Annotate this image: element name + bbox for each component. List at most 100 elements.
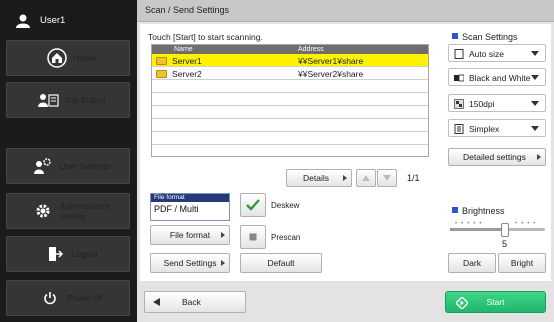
brightness-thumb[interactable] — [501, 223, 509, 237]
checkmark-icon — [246, 199, 260, 211]
user-icon — [6, 14, 40, 28]
column-name: Name — [174, 46, 193, 53]
empty-row — [152, 106, 428, 119]
admin-label-line2: setting — [59, 211, 85, 221]
list-header: Name Address — [152, 45, 428, 54]
gear-icon — [26, 203, 60, 219]
job-icon — [31, 92, 65, 108]
deskew-checkbox[interactable] — [240, 193, 266, 217]
brightness-slider[interactable] — [450, 228, 545, 231]
home-icon — [40, 48, 74, 68]
user-settings-icon — [25, 157, 59, 175]
folder-icon — [156, 70, 167, 78]
arrow-right-icon — [221, 260, 225, 266]
resolution-select[interactable]: 150dpi — [448, 94, 546, 112]
arrow-right-icon — [221, 232, 225, 238]
deskew-label: Deskew — [271, 201, 300, 210]
section-marker-icon — [452, 33, 458, 39]
row-address: ¥¥Server1¥share — [298, 56, 364, 66]
power-off-button[interactable]: Power off — [6, 280, 130, 316]
dark-button[interactable]: Dark — [448, 253, 496, 273]
prescan-label: Prescan — [271, 233, 301, 242]
page-up-button[interactable] — [356, 169, 376, 187]
file-format-display: File format PDF / Multi — [150, 193, 230, 221]
scan-settings-title: Scan Settings — [462, 32, 518, 42]
details-label: Details — [303, 173, 329, 183]
screen: User1 Home Job Button User Settings Admi… — [0, 0, 554, 322]
home-label: Home — [73, 53, 97, 63]
job-button[interactable]: Job Button — [6, 82, 130, 118]
send-settings-button[interactable]: Send Settings — [150, 253, 230, 273]
admin-label-line1: Administrator — [59, 201, 111, 211]
brightness-title: Brightness — [462, 206, 505, 216]
user-settings-label: User Settings — [59, 161, 111, 171]
size-value: Auto size — [469, 49, 504, 59]
file-format-value: PDF / Multi — [154, 204, 199, 214]
destination-row-server1[interactable]: Server1 ¥¥Server1¥share — [152, 54, 428, 67]
back-button[interactable]: Back — [144, 291, 246, 313]
resolution-icon — [454, 99, 464, 109]
folder-icon — [156, 57, 167, 65]
user-settings-button[interactable]: User Settings — [6, 148, 130, 184]
bright-button[interactable]: Bright — [498, 253, 546, 273]
paper-icon — [454, 49, 464, 59]
arrow-right-icon — [537, 154, 541, 160]
main-area: Scan / Send Settings Touch [Start] to st… — [137, 0, 554, 322]
empty-row — [152, 145, 428, 158]
details-button[interactable]: Details — [286, 169, 352, 187]
page-indicator: 1/1 — [407, 173, 420, 183]
power-icon — [33, 291, 67, 305]
file-format-button[interactable]: File format — [150, 225, 230, 245]
start-label: Start — [486, 297, 505, 307]
prescan-checkbox[interactable] — [240, 225, 266, 249]
page-down-button[interactable] — [377, 169, 397, 187]
destination-row-server2[interactable]: Server2 ¥¥Server2¥share — [152, 67, 428, 80]
section-marker-icon — [452, 207, 458, 213]
triangle-up-icon — [362, 175, 370, 181]
administrator-setting-label: Administrator setting — [60, 201, 110, 221]
page-title: Scan / Send Settings — [137, 0, 554, 22]
administrator-setting-button[interactable]: Administrator setting — [6, 193, 130, 229]
home-button[interactable]: Home — [6, 40, 130, 76]
color-mode-select[interactable]: Black and White — [448, 68, 546, 86]
brightness-heading: Brightness — [452, 206, 505, 216]
brightness-fill — [450, 228, 503, 231]
logout-icon — [38, 246, 72, 262]
default-button[interactable]: Default — [240, 253, 322, 273]
column-address: Address — [298, 46, 324, 53]
logout-button[interactable]: Logout — [6, 236, 130, 272]
row-name: Server2 — [172, 69, 202, 79]
start-icon — [456, 297, 468, 309]
chevron-down-icon — [531, 101, 539, 106]
detailed-settings-label: Detailed settings — [463, 152, 526, 162]
start-button[interactable]: Start — [445, 291, 546, 313]
arrow-left-icon — [153, 298, 160, 306]
job-label: Job Button — [64, 95, 106, 105]
empty-row — [152, 132, 428, 145]
detailed-settings-button[interactable]: Detailed settings — [448, 148, 546, 166]
chevron-down-icon — [531, 51, 539, 56]
sides-select[interactable]: Simplex — [448, 119, 546, 137]
sidebar: User1 Home Job Button User Settings Admi… — [0, 0, 135, 322]
color-mode-value: Black and White — [469, 73, 531, 83]
destination-list[interactable]: Name Address Server1 ¥¥Server1¥share Ser… — [151, 44, 429, 157]
row-name: Server1 — [172, 56, 202, 66]
unchecked-box-icon — [249, 233, 257, 241]
user-name: User1 — [40, 15, 66, 26]
chevron-down-icon — [531, 75, 539, 80]
row-address: ¥¥Server2¥share — [298, 69, 364, 79]
scan-settings-heading: Scan Settings — [452, 32, 518, 42]
file-format-button-label: File format — [169, 230, 211, 240]
arrow-right-icon — [343, 175, 347, 181]
size-select[interactable]: Auto size — [448, 44, 546, 62]
scale-dots-left: ••••• — [455, 221, 486, 227]
file-format-caption: File format — [151, 194, 229, 202]
power-off-label: Power off — [67, 293, 103, 303]
simplex-icon — [454, 124, 464, 134]
logout-label: Logout — [72, 249, 98, 259]
empty-row — [152, 119, 428, 132]
empty-row — [152, 93, 428, 106]
chevron-down-icon — [531, 126, 539, 131]
send-settings-label: Send Settings — [163, 258, 217, 268]
resolution-value: 150dpi — [469, 99, 495, 109]
